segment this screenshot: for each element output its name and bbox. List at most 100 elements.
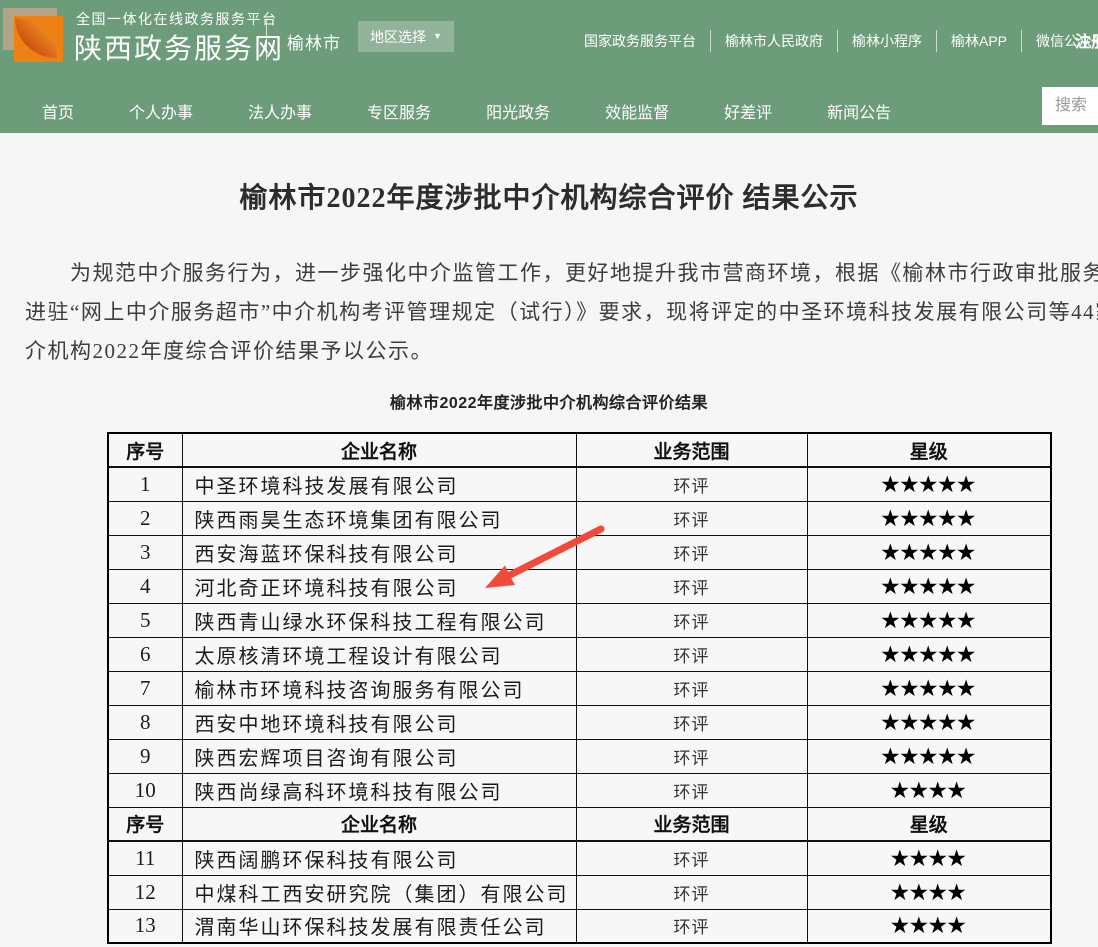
company-name: 太原核清环境工程设计有限公司 [182,637,576,671]
register-link[interactable]: 注册 [1075,28,1098,52]
logo-orange-square [14,16,63,62]
site-logo[interactable] [3,8,65,64]
table-caption: 榆林市2022年度涉批中介机构综合评价结果 [0,389,1098,413]
chevron-down-icon: ▼ [433,32,442,41]
table-row: 5 陕西青山绿水环保科技工程有限公司 环评 ★★★★★ [108,603,1051,637]
table-row: 10 陕西尚绿高科环境科技有限公司 环评 ★★★★ [108,773,1051,807]
page-title: 榆林市2022年度涉批中介机构综合评价 结果公示 [0,176,1098,216]
table-row: 2 陕西雨昊生态环境集团有限公司 环评 ★★★★★ [108,501,1051,535]
header-cell-no: 序号 [108,433,182,467]
nav-item-transparency[interactable]: 阳光政务 [486,99,550,123]
company-name: 渭南华山环保科技发展有限责任公司 [182,909,576,943]
row-number: 2 [108,501,182,535]
main-nav: 首页 个人办事 法人办事 专区服务 阳光政务 效能监督 好差评 新闻公告 [42,99,891,123]
table-row: 9 陕西宏辉项目咨询有限公司 环评 ★★★★★ [108,739,1051,773]
star-rating: ★★★★★ [807,535,1051,569]
table-row: 7 榆林市环境科技咨询服务有限公司 环评 ★★★★★ [108,671,1051,705]
search-input[interactable] [1042,87,1098,125]
region-selector-label: 地区选择 [370,27,426,47]
business-scope: 环评 [576,841,807,875]
business-scope: 环评 [576,875,807,909]
row-number: 11 [108,841,182,875]
site-header: 全国一体化在线政务服务平台 陕西政务服务网 榆林市 地区选择 ▼ 国家政务服务平… [0,0,1098,133]
star-rating: ★★★★★ [807,671,1051,705]
business-scope: 环评 [576,603,807,637]
business-scope: 环评 [576,705,807,739]
table-header-row: 序号 企业名称 业务范围 星级 [108,807,1051,841]
table-row: 4 河北奇正环境科技有限公司 环评 ★★★★★ [108,569,1051,603]
row-number: 5 [108,603,182,637]
company-name: 陕西雨昊生态环境集团有限公司 [182,501,576,535]
star-rating: ★★★★★ [807,467,1051,501]
row-number: 1 [108,467,182,501]
business-scope: 环评 [576,671,807,705]
business-scope: 环评 [576,909,807,943]
paragraph-line: 介机构2022年度综合评价结果予以公示。 [25,332,1098,371]
notice-paragraph: 为规范中介服务行为，进一步强化中介监管工作，更好地提升我市营商环境，根据《榆林市… [25,254,1098,371]
nav-item-home[interactable]: 首页 [42,99,74,123]
row-number: 7 [108,671,182,705]
business-scope: 环评 [576,773,807,807]
star-rating: ★★★★★ [807,739,1051,773]
page-root: 全国一体化在线政务服务平台 陕西政务服务网 榆林市 地区选择 ▼ 国家政务服务平… [0,0,1098,947]
table-row: 8 西安中地环境科技有限公司 环评 ★★★★★ [108,705,1051,739]
header-cell-company: 企业名称 [182,433,576,467]
star-rating: ★★★★ [807,773,1051,807]
company-name: 西安中地环境科技有限公司 [182,705,576,739]
table-row: 1 中圣环境科技发展有限公司 环评 ★★★★★ [108,467,1051,501]
star-rating: ★★★★★ [807,705,1051,739]
evaluation-table: 序号 企业名称 业务范围 星级 1 中圣环境科技发展有限公司 环评 ★★★★★ … [107,432,1052,944]
row-number: 6 [108,637,182,671]
nav-item-personal[interactable]: 个人办事 [129,99,193,123]
top-link-mini-program[interactable]: 榆林小程序 [837,30,936,52]
nav-item-rating[interactable]: 好差评 [724,99,772,123]
business-scope: 环评 [576,739,807,773]
nav-item-news[interactable]: 新闻公告 [827,99,891,123]
row-number: 3 [108,535,182,569]
platform-label: 全国一体化在线政务服务平台 [76,9,278,29]
evaluation-table-body: 序号 企业名称 业务范围 星级 1 中圣环境科技发展有限公司 环评 ★★★★★ … [108,433,1051,943]
top-link-national-platform[interactable]: 国家政务服务平台 [570,30,710,52]
company-name: 陕西宏辉项目咨询有限公司 [182,739,576,773]
nav-item-legal-person[interactable]: 法人办事 [248,99,312,123]
business-scope: 环评 [576,467,807,501]
business-scope: 环评 [576,535,807,569]
company-name: 河北奇正环境科技有限公司 [182,569,576,603]
table-row: 11 陕西阔鹏环保科技有限公司 环评 ★★★★ [108,841,1051,875]
star-rating: ★★★★★ [807,501,1051,535]
nav-item-supervision[interactable]: 效能监督 [605,99,669,123]
star-rating: ★★★★★ [807,637,1051,671]
star-rating: ★★★★ [807,875,1051,909]
header-cell-stars: 星级 [807,433,1051,467]
star-rating: ★★★★ [807,841,1051,875]
company-name: 榆林市环境科技咨询服务有限公司 [182,671,576,705]
logo-leaf-icon [15,18,57,58]
business-scope: 环评 [576,637,807,671]
business-scope: 环评 [576,501,807,535]
company-name: 中煤科工西安研究院（集团）有限公司 [182,875,576,909]
table-row: 13 渭南华山环保科技发展有限责任公司 环评 ★★★★ [108,909,1051,943]
row-number: 10 [108,773,182,807]
row-number: 8 [108,705,182,739]
company-name: 陕西青山绿水环保科技工程有限公司 [182,603,576,637]
company-name: 陕西阔鹏环保科技有限公司 [182,841,576,875]
header-cell-no: 序号 [108,807,182,841]
paragraph-line: 为规范中介服务行为，进一步强化中介监管工作，更好地提升我市营商环境，根据《榆林市… [25,254,1098,293]
header-cell-stars: 星级 [807,807,1051,841]
company-name: 陕西尚绿高科环境科技有限公司 [182,773,576,807]
header-cell-scope: 业务范围 [576,433,807,467]
table-row: 3 西安海蓝环保科技有限公司 环评 ★★★★★ [108,535,1051,569]
top-link-app[interactable]: 榆林APP [936,30,1021,52]
header-divider [266,19,267,60]
row-number: 4 [108,569,182,603]
paragraph-line: 进驻“网上中介服务超市”中介机构考评管理规定（试行）》要求，现将评定的中圣环境科… [25,293,1098,332]
star-rating: ★★★★★ [807,603,1051,637]
row-number: 12 [108,875,182,909]
star-rating: ★★★★ [807,909,1051,943]
region-selector-button[interactable]: 地区选择 ▼ [358,21,454,52]
star-rating: ★★★★★ [807,569,1051,603]
top-link-city-government[interactable]: 榆林市人民政府 [710,30,837,52]
row-number: 9 [108,739,182,773]
nav-item-special-zone[interactable]: 专区服务 [367,99,431,123]
top-links: 国家政务服务平台 榆林市人民政府 榆林小程序 榆林APP 微信公众号 [570,30,1098,52]
